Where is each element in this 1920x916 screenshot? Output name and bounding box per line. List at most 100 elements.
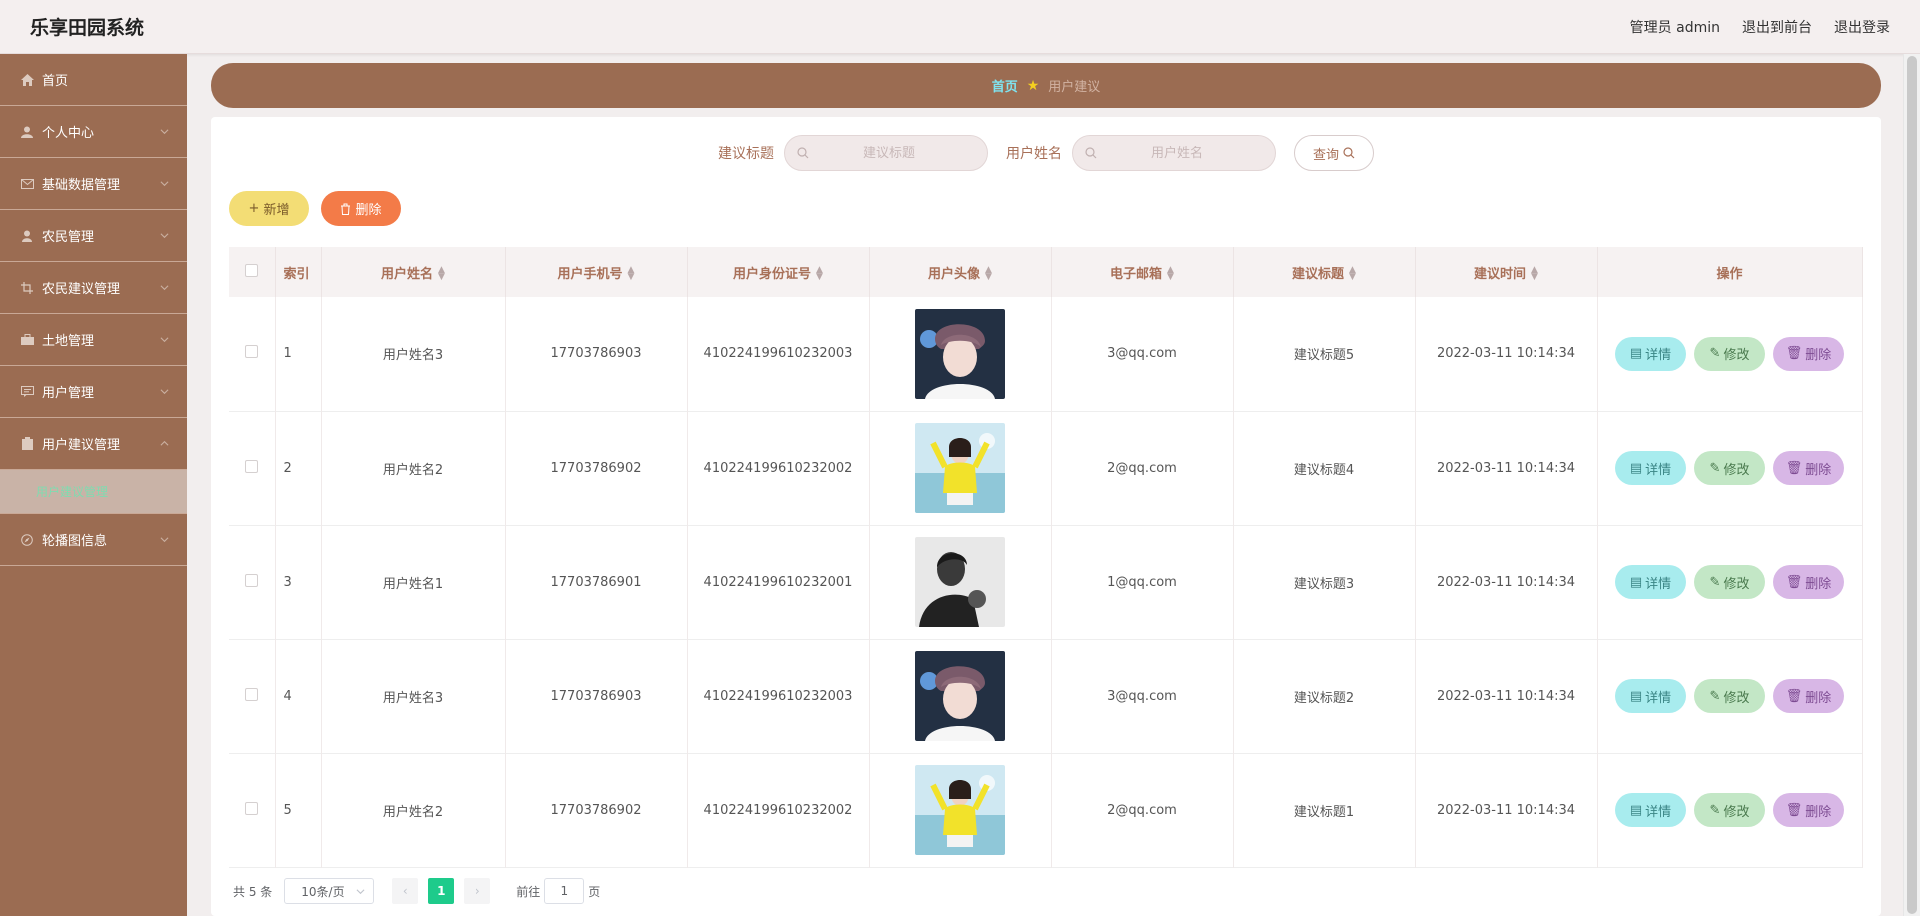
col-header-title[interactable]: 建议标题 ▲ ▼ — [1233, 247, 1416, 297]
cell-index: 4 — [275, 639, 322, 753]
title-search-input[interactable] — [809, 145, 969, 161]
edit-button[interactable]: ✎ 修改 — [1694, 336, 1765, 371]
cell-name: 用户姓名1 — [321, 525, 506, 639]
sidebar-item-user[interactable]: 用户管理 — [0, 366, 187, 418]
sidebar-item-home[interactable]: 首页 — [0, 54, 187, 106]
delete-button[interactable]: 🗑 删除 — [1773, 451, 1844, 485]
chevron-down-icon — [160, 128, 169, 134]
sidebar-item-land[interactable]: 土地管理 — [0, 314, 187, 366]
submenu-item-user-suggestion[interactable]: 用户建议管理 — [0, 470, 187, 514]
goto-prefix: 前往 — [516, 884, 541, 899]
cell-phone: 17703786903 — [505, 297, 688, 411]
cell-ops: ▤ 详情 ✎ 修改 🗑 删除 — [1597, 525, 1863, 639]
sidebar-item-label: 首页 — [42, 74, 69, 89]
edit-button[interactable]: ✎ 修改 — [1694, 565, 1765, 599]
cell-ops: ▤ 详情 ✎ 修改 🗑 删除 — [1597, 639, 1863, 753]
logout-link[interactable]: 退出登录 — [1834, 17, 1890, 37]
detail-button[interactable]: ▤ 详情 — [1615, 451, 1686, 485]
back-to-front-link[interactable]: 退出到前台 — [1742, 17, 1812, 37]
breadcrumb-home-link[interactable]: 首页 — [992, 76, 1018, 95]
chevron-left-icon: ‹ — [402, 884, 408, 898]
edit-button[interactable]: ✎ 修改 — [1694, 679, 1765, 713]
avatar-image[interactable] — [915, 651, 1005, 741]
avatar-image[interactable] — [915, 423, 1005, 513]
cell-ops: ▤ 详情 ✎ 修改 🗑 删除 — [1597, 297, 1863, 411]
edit-button[interactable]: ✎ 修改 — [1694, 451, 1765, 485]
sort-icon: ▲ ▼ — [816, 265, 823, 282]
sidebar-item-basic-data[interactable]: 基础数据管理 — [0, 158, 187, 210]
detail-button[interactable]: ▤ 详情 — [1615, 679, 1686, 713]
row-select-cell — [229, 753, 276, 867]
avatar-image[interactable] — [915, 308, 1005, 399]
next-page-button[interactable]: › — [464, 878, 491, 904]
row-select-cell — [229, 411, 276, 525]
row-checkbox[interactable] — [245, 573, 259, 587]
detail-button[interactable]: ▤ 详情 — [1615, 565, 1686, 599]
scrollbar-thumb[interactable] — [1907, 56, 1917, 914]
col-header-email[interactable]: 电子邮箱 ▲ ▼ — [1051, 247, 1234, 297]
star-icon: ★ — [1026, 77, 1040, 94]
sidebar-item-farmer[interactable]: 农民管理 — [0, 210, 187, 262]
cell-email: 2@qq.com — [1051, 411, 1234, 525]
sidebar-item-label: 农民建议管理 — [42, 282, 121, 297]
table-row: 4 用户姓名3 17703786903 410224199610232003 3@qq.… — [229, 639, 1863, 753]
batch-delete-button[interactable]: 删除 — [321, 191, 401, 226]
name-search-input[interactable] — [1097, 145, 1257, 161]
chevron-down-icon — [160, 180, 169, 186]
col-header-idcard[interactable]: 用户身份证号 ▲ ▼ — [687, 247, 870, 297]
sidebar-item-user-suggestion[interactable]: 用户建议管理 — [0, 418, 187, 470]
row-checkbox[interactable] — [245, 687, 259, 701]
col-header-time[interactable]: 建议时间 ▲ ▼ — [1415, 247, 1598, 297]
col-header-phone[interactable]: 用户手机号 ▲ ▼ — [505, 247, 688, 297]
chevron-down-icon — [160, 388, 169, 394]
delete-button[interactable]: 🗑 删除 — [1773, 565, 1844, 599]
prev-page-button[interactable]: ‹ — [392, 878, 419, 904]
chevron-right-icon: › — [474, 884, 480, 898]
trash-icon: 🗑 — [1785, 346, 1803, 362]
row-checkbox[interactable] — [245, 801, 259, 815]
detail-button[interactable]: ▤ 详情 — [1615, 336, 1686, 371]
row-actions: ▤ 详情 ✎ 修改 🗑 删除 — [1598, 565, 1862, 599]
edit-button[interactable]: ✎ 修改 — [1694, 793, 1765, 827]
col-header-name[interactable]: 用户姓名 ▲ ▼ — [321, 247, 506, 297]
table-row: 3 用户姓名1 17703786901 410224199610232001 1@qq.… — [229, 525, 1863, 639]
select-all-checkbox[interactable] — [245, 263, 259, 277]
pencil-icon: ✎ — [1709, 688, 1721, 704]
cell-idcard: 410224199610232002 — [687, 753, 870, 867]
delete-button[interactable]: 🗑 删除 — [1773, 336, 1844, 371]
query-button[interactable]: 查询 — [1294, 135, 1374, 171]
avatar-image[interactable] — [915, 537, 1005, 627]
cell-name: 用户姓名3 — [321, 297, 506, 411]
edit-button-label: 修改 — [1723, 348, 1750, 364]
suggestion-table: 索引 用户姓名 ▲ ▼ 用户手机号 ▲ ▼ 用户身份证号 ▲ ▼ 用户头像 ▲ ▼ 电子邮箱 ▲ ▼… — [229, 247, 1863, 868]
cell-name: 用户姓名2 — [321, 411, 506, 525]
page-number-current[interactable]: 1 — [428, 878, 455, 904]
goto-page-input[interactable] — [544, 878, 585, 904]
sort-icon: ▲ ▼ — [627, 265, 635, 282]
col-header-avatar[interactable]: 用户头像 ▲ ▼ — [869, 247, 1052, 297]
pencil-icon: ✎ — [1709, 802, 1721, 818]
sidebar-item-farmer-suggestion[interactable]: 农民建议管理 — [0, 262, 187, 314]
cell-idcard: 410224199610232003 — [687, 639, 870, 753]
admin-user-link[interactable]: 管理员 admin — [1630, 17, 1720, 37]
delete-button[interactable]: 🗑 删除 — [1773, 793, 1844, 827]
sidebar-item-personal[interactable]: 个人中心 — [0, 106, 187, 158]
compass-icon — [20, 533, 34, 547]
row-actions: ▤ 详情 ✎ 修改 🗑 删除 — [1598, 793, 1862, 827]
add-button[interactable]: + 新增 — [229, 191, 309, 226]
col-header-label: 建议标题 — [1292, 266, 1345, 282]
sidebar-item-label: 用户建议管理 — [42, 438, 121, 453]
app-title: 乐享田园系统 — [30, 17, 145, 39]
sidebar-item-carousel[interactable]: 轮播图信息 — [0, 514, 187, 566]
row-checkbox[interactable] — [245, 345, 259, 359]
row-checkbox[interactable] — [245, 459, 259, 473]
delete-button[interactable]: 🗑 删除 — [1773, 679, 1844, 713]
detail-button[interactable]: ▤ 详情 — [1615, 793, 1686, 827]
vertical-scrollbar[interactable] — [1903, 54, 1920, 916]
page-size-select[interactable]: 10条/页 — [284, 878, 375, 904]
cell-idcard: 410224199610232002 — [687, 411, 870, 525]
col-header-label: 建议时间 — [1474, 266, 1527, 282]
sort-icon: ▲ ▼ — [1349, 265, 1356, 282]
avatar-image[interactable] — [915, 765, 1005, 855]
table-row: 2 用户姓名2 17703786902 410224199610232002 2@qq.… — [229, 411, 1863, 525]
